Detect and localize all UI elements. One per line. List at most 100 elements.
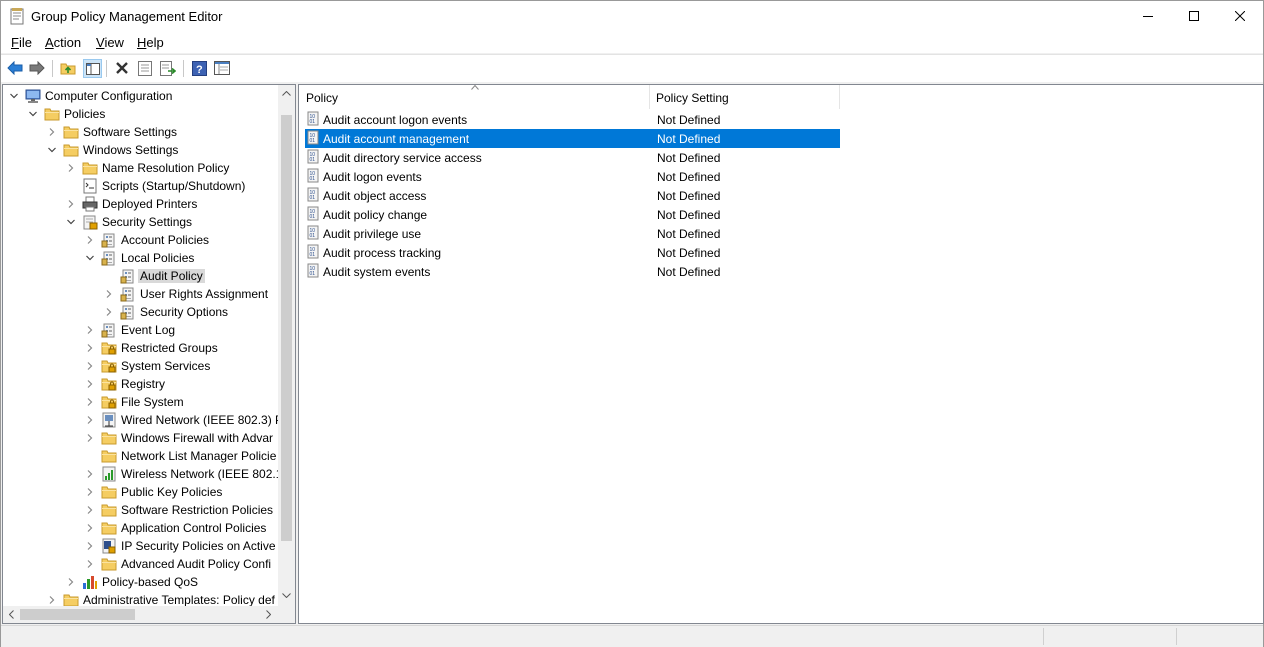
- chevron-right-icon[interactable]: [86, 434, 94, 442]
- tree-node-label: Windows Settings: [83, 143, 179, 157]
- menu-action[interactable]: Action: [45, 35, 81, 50]
- tree-horizontal-scroll-thumb[interactable]: [20, 609, 135, 620]
- back-button[interactable]: [6, 59, 24, 77]
- tree-node[interactable]: Windows Settings: [3, 141, 278, 159]
- chevron-right-icon[interactable]: [67, 578, 75, 586]
- scroll-up-icon[interactable]: [282, 91, 291, 96]
- tree-node[interactable]: Wired Network (IEEE 802.3) Pc: [3, 411, 289, 429]
- maximize-button[interactable]: [1171, 1, 1217, 31]
- tree-node[interactable]: Wireless Network (IEEE 802.11: [3, 465, 288, 483]
- policy-row[interactable]: 10 01 Audit process tracking Not Defined: [305, 243, 840, 262]
- close-button[interactable]: [1217, 1, 1263, 31]
- chevron-right-icon[interactable]: [105, 290, 113, 298]
- policy-row[interactable]: 10 01 Audit system events Not Defined: [305, 262, 840, 281]
- scroll-down-icon[interactable]: [282, 593, 291, 598]
- tree-horizontal-scrollbar[interactable]: [3, 606, 278, 623]
- tree-node[interactable]: System Services: [3, 357, 278, 375]
- chevron-right-icon[interactable]: [86, 344, 94, 352]
- chevron-down-icon[interactable]: [67, 218, 75, 226]
- tree-node[interactable]: Security Options: [3, 303, 278, 321]
- menu-bar: File Action View Help: [1, 31, 1263, 53]
- tree-node[interactable]: Event Log: [3, 321, 278, 339]
- delete-button[interactable]: [113, 59, 131, 77]
- minimize-button[interactable]: [1125, 1, 1171, 31]
- tree-node[interactable]: Deployed Printers: [3, 195, 278, 213]
- policy-icon: [120, 269, 134, 284]
- tree-node[interactable]: Public Key Policies: [3, 483, 278, 501]
- chevron-right-icon[interactable]: [48, 128, 56, 136]
- tree-node[interactable]: Audit Policy: [3, 267, 278, 285]
- policy-row[interactable]: 10 01 Audit privilege use Not Defined: [305, 224, 840, 243]
- tree-node[interactable]: User Rights Assignment: [3, 285, 278, 303]
- scroll-right-icon[interactable]: [266, 610, 271, 619]
- chevron-right-icon[interactable]: [67, 164, 75, 172]
- tree-node[interactable]: Software Restriction Policies: [3, 501, 278, 519]
- details-pane[interactable]: Policy Policy Setting 10 01 Audit account …: [298, 84, 1264, 624]
- chevron-right-icon[interactable]: [86, 326, 94, 334]
- policy-row[interactable]: 10 01 Audit object access Not Defined: [305, 186, 840, 205]
- tree-node[interactable]: Restricted Groups: [3, 339, 278, 357]
- tree-node[interactable]: Policy-based QoS: [3, 573, 278, 591]
- chevron-down-icon[interactable]: [48, 146, 56, 154]
- tree-node[interactable]: Account Policies: [3, 231, 278, 249]
- chevron-right-icon[interactable]: [86, 416, 94, 424]
- chevron-down-icon[interactable]: [29, 110, 37, 118]
- tree-node[interactable]: Name Resolution Policy: [3, 159, 278, 177]
- tree-vertical-scrollbar[interactable]: [278, 85, 295, 606]
- chevron-right-icon[interactable]: [86, 488, 94, 496]
- tree-node[interactable]: Network List Manager Policie: [3, 447, 278, 465]
- menu-file[interactable]: File: [11, 35, 32, 50]
- policy-setting: Not Defined: [657, 208, 721, 222]
- tree-node[interactable]: IP Security Policies on Active: [3, 537, 278, 555]
- svg-text:01: 01: [310, 252, 316, 258]
- tree-node[interactable]: Security Settings: [3, 213, 278, 231]
- svg-text:01: 01: [310, 157, 316, 163]
- policy-row[interactable]: 10 01 Audit account logon events Not Define…: [305, 110, 840, 129]
- chevron-right-icon[interactable]: [86, 506, 94, 514]
- chevron-down-icon[interactable]: [86, 254, 94, 262]
- chevron-right-icon[interactable]: [105, 308, 113, 316]
- policy-row[interactable]: 10 01 Audit logon events Not Defined: [305, 167, 840, 186]
- chevron-right-icon[interactable]: [86, 380, 94, 388]
- tree-vertical-scroll-thumb[interactable]: [281, 115, 292, 541]
- tree-node[interactable]: Computer Configuration: [3, 87, 278, 105]
- chevron-right-icon[interactable]: [86, 470, 94, 478]
- forward-button[interactable]: [28, 59, 46, 77]
- chevron-right-icon[interactable]: [48, 596, 56, 604]
- column-header-policy-setting[interactable]: Policy Setting: [649, 85, 840, 109]
- chevron-down-icon[interactable]: [10, 92, 18, 100]
- tree-node[interactable]: Local Policies: [3, 249, 278, 267]
- chevron-right-icon[interactable]: [86, 524, 94, 532]
- menu-help[interactable]: Help: [137, 35, 164, 50]
- console-view-button[interactable]: [213, 59, 231, 77]
- up-one-level-button[interactable]: [59, 59, 77, 77]
- tree-node[interactable]: Windows Firewall with Advar: [3, 429, 278, 447]
- tree-node[interactable]: Scripts (Startup/Shutdown): [3, 177, 278, 195]
- tree-node[interactable]: File System: [3, 393, 278, 411]
- chevron-right-icon[interactable]: [86, 542, 94, 550]
- tree-node[interactable]: Advanced Audit Policy Confi: [3, 555, 278, 573]
- tree-node[interactable]: Policies: [3, 105, 278, 123]
- tree-node[interactable]: Application Control Policies: [3, 519, 278, 537]
- console-tree[interactable]: Computer Configuration Policies Software S…: [2, 84, 296, 624]
- policy-row[interactable]: 10 01 Audit directory service access Not De…: [305, 148, 840, 167]
- policy-row[interactable]: 10 01 Audit account management Not Defined: [305, 129, 840, 148]
- policy-row[interactable]: 10 01 Audit policy change Not Defined: [305, 205, 840, 224]
- export-list-button[interactable]: [159, 59, 177, 77]
- column-header-policy[interactable]: Policy: [299, 85, 650, 109]
- chevron-right-icon[interactable]: [67, 200, 75, 208]
- folder-icon: [101, 486, 117, 499]
- show-hide-console-tree-button[interactable]: [83, 59, 102, 78]
- chevron-right-icon[interactable]: [86, 560, 94, 568]
- chevron-right-icon[interactable]: [86, 236, 94, 244]
- scroll-left-icon[interactable]: [9, 610, 14, 619]
- chevron-right-icon[interactable]: [86, 362, 94, 370]
- tree-node-label: Windows Firewall with Advar: [121, 431, 274, 445]
- tree-node[interactable]: Registry: [3, 375, 278, 393]
- chevron-right-icon[interactable]: [86, 398, 94, 406]
- properties-button[interactable]: [136, 59, 154, 77]
- tree-node[interactable]: Software Settings: [3, 123, 278, 141]
- menu-view[interactable]: View: [96, 35, 124, 50]
- help-button[interactable]: ?: [190, 59, 208, 77]
- title-bar[interactable]: Group Policy Management Editor: [1, 1, 1263, 31]
